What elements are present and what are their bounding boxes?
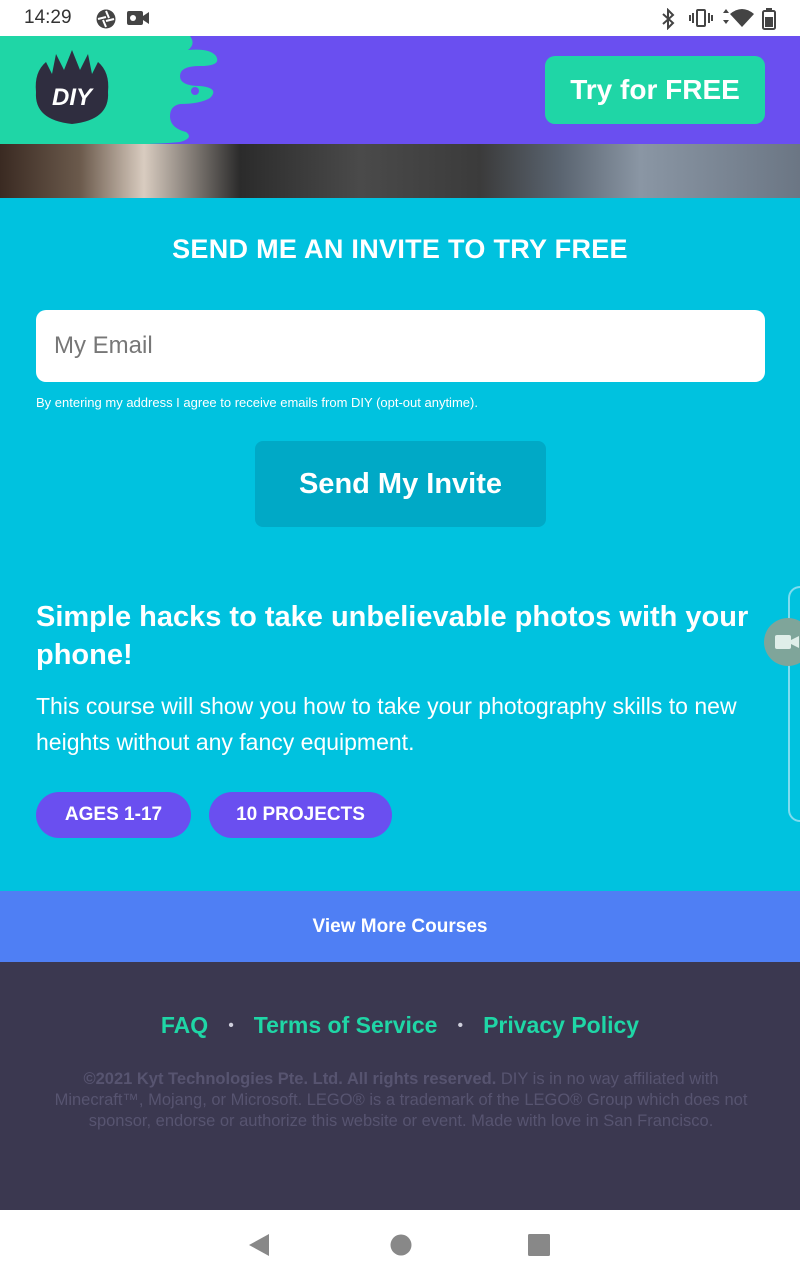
back-icon[interactable] <box>247 1232 271 1263</box>
status-time: 14:29 <box>24 7 72 28</box>
footer-separator: • <box>228 1016 234 1034</box>
slime-drip-decoration <box>140 36 218 144</box>
send-invite-button[interactable]: Send My Invite <box>255 441 546 527</box>
projects-badge: 10 PROJECTS <box>209 792 392 838</box>
home-icon[interactable] <box>389 1232 413 1263</box>
hero-image <box>0 144 800 198</box>
course-title: Simple hacks to take unbelievable photos… <box>36 601 749 671</box>
invite-heading: SEND ME AN INVITE TO TRY FREE <box>172 234 628 264</box>
copyright-bold: ©2021 Kyt Technologies Pte. Ltd. All rig… <box>83 1070 497 1088</box>
bluetooth-icon <box>660 7 676 35</box>
site-footer: FAQ • Terms of Service • Privacy Policy … <box>0 962 800 1210</box>
aperture-icon <box>95 8 117 35</box>
wifi-icon <box>720 8 754 33</box>
email-input[interactable] <box>36 310 765 382</box>
recents-icon[interactable] <box>527 1232 551 1263</box>
view-more-courses-button[interactable]: View More Courses <box>0 891 800 962</box>
status-bar: 14:29 <box>0 0 800 36</box>
ages-badge: AGES 1-17 <box>36 792 191 838</box>
faq-link[interactable]: FAQ <box>161 1012 208 1039</box>
footer-separator: • <box>457 1016 464 1034</box>
video-camera-icon <box>775 635 799 649</box>
system-nav-bar <box>0 1210 800 1280</box>
svg-text:DIY: DIY <box>52 84 94 111</box>
try-for-free-button[interactable]: Try for FREE <box>545 56 765 124</box>
site-header: DIY Try for FREE <box>0 36 800 144</box>
invite-section: SEND ME AN INVITE TO TRY FREE By enterin… <box>0 198 800 891</box>
diy-logo[interactable]: DIY <box>30 48 114 132</box>
copyright-text: ©2021 Kyt Technologies Pte. Ltd. All rig… <box>48 1069 754 1132</box>
terms-of-service-link[interactable]: Terms of Service <box>254 1012 438 1039</box>
email-disclaimer: By entering my address I agree to receiv… <box>36 395 478 410</box>
course-description: This course will show you how to take yo… <box>36 693 737 755</box>
battery-icon <box>762 8 776 35</box>
privacy-policy-link[interactable]: Privacy Policy <box>483 1012 639 1039</box>
vibrate-icon <box>689 8 713 33</box>
footer-links: FAQ • Terms of Service • Privacy Policy <box>0 1012 800 1039</box>
video-camera-icon <box>126 8 150 33</box>
